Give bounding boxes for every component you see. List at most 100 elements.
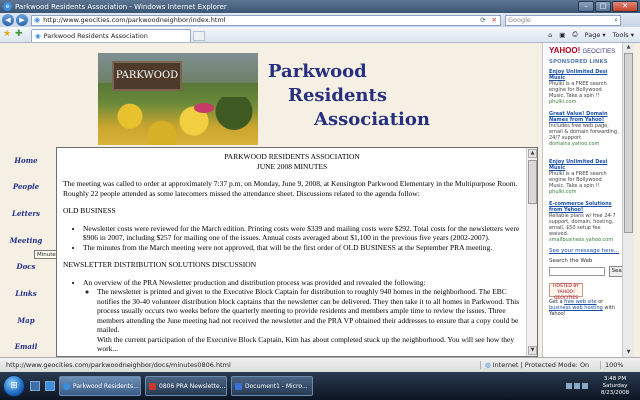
zoom-level[interactable]: 100%	[600, 361, 640, 369]
tray-icons	[564, 383, 588, 389]
see-your-message-link[interactable]: See your message here...	[549, 248, 619, 254]
quick-launch-ie-icon[interactable]	[45, 381, 55, 391]
pdf-icon	[149, 382, 156, 390]
maximize-button[interactable]: □	[595, 1, 611, 12]
clock-date: 8/23/2008	[600, 389, 630, 396]
nav-people[interactable]: People	[4, 182, 48, 191]
network-icon[interactable]	[566, 383, 572, 389]
nav-email[interactable]: Email	[4, 342, 48, 351]
web-search-input[interactable]	[549, 267, 605, 276]
volume-icon[interactable]	[574, 383, 580, 389]
close-button[interactable]: ✕	[612, 1, 638, 12]
command-bar: ★ ✚ ◉ Parkwood Residents Association ⌂ ▣…	[0, 27, 640, 43]
page-scroll-up-icon[interactable]: ▲	[624, 43, 633, 52]
taskbar: ⊞ Parkwood Residents... 0806 PRA Newslet…	[0, 372, 640, 400]
security-zone: ◍ Internet | Protected Mode: On	[480, 361, 600, 369]
new-tab-button[interactable]	[193, 31, 205, 41]
tab-page-icon: ◉	[35, 32, 41, 40]
home-icon[interactable]: ⌂	[548, 31, 552, 39]
doc-section-distribution: NEWSLETTER DISTRIBUTION SOLUTIONS DISCUS…	[63, 260, 257, 269]
heading-line-1: Parkwood	[268, 61, 367, 82]
geocities-panel: YAHOO! GEOCITIES SPONSORED LINKS Enjoy U…	[542, 43, 633, 357]
ie-icon	[63, 382, 70, 390]
clock-day: Saturday	[602, 382, 628, 389]
address-bar: ◀ ▶ ◉ http://www.geocities.com/parkwoodn…	[0, 13, 640, 27]
search-input[interactable]: Google ⌕	[505, 14, 621, 26]
hosted-by-badge[interactable]: HOSTED BY YAHOO! GEOCITIES	[549, 283, 583, 301]
stop-icon[interactable]: ✕	[492, 16, 497, 24]
page-scroll-thumb[interactable]	[624, 53, 633, 233]
refresh-icon[interactable]: ⟳	[480, 16, 485, 24]
system-tray: 3:48 PM Saturday 8/23/2008	[564, 373, 640, 399]
nav-links[interactable]: Links	[4, 289, 48, 298]
search-placeholder: Google	[508, 16, 531, 24]
start-button[interactable]: ⊞	[3, 375, 25, 397]
list-item: The newsletter is printed and given to t…	[97, 287, 521, 335]
favorites-star-icon[interactable]: ★	[3, 29, 13, 39]
yahoo-geocities-logo[interactable]: YAHOO! GEOCITIES	[549, 46, 615, 55]
minimize-button[interactable]: –	[578, 1, 594, 12]
discussion-list: An overview of the PRA Newsletter produc…	[63, 278, 521, 335]
taskbar-word-button[interactable]: Document1 - Micro...	[231, 376, 313, 396]
page-menu[interactable]: Page ▾	[585, 31, 606, 39]
forward-button[interactable]: ▶	[16, 14, 28, 26]
tools-menu[interactable]: Tools ▾	[613, 31, 634, 39]
power-icon[interactable]	[582, 383, 588, 389]
search-icon[interactable]: ⌕	[612, 16, 620, 25]
feeds-icon[interactable]: ▣	[559, 31, 565, 39]
doc-intro: The meeting was called to order at appro…	[63, 179, 518, 198]
ad-item[interactable]: E-commerce Solutions from Yahoo! Reliabl…	[549, 201, 619, 243]
nav-docs[interactable]: Docs	[4, 262, 48, 271]
show-desktop-icon[interactable]	[30, 381, 40, 391]
minutes-scrollbar[interactable]: ▲ ▼	[526, 148, 537, 356]
print-icon[interactable]: ⎙	[572, 30, 577, 39]
tab-parkwood[interactable]: ◉ Parkwood Residents Association	[31, 29, 191, 42]
ad-item[interactable]: Enjoy Unlimited Desi Music Phulki is a F…	[549, 69, 619, 105]
minutes-frame: PARKWOOD RESIDENTS ASSOCIATION JUNE 2008…	[56, 147, 538, 357]
taskbar-pdf-button[interactable]: 0806 PRA Newslette...	[145, 376, 227, 396]
ie-icon: e	[3, 2, 12, 11]
sign-text: PARKWOOD	[112, 61, 182, 91]
back-button[interactable]: ◀	[2, 14, 14, 26]
minutes-document: PARKWOOD RESIDENTS ASSOCIATION JUNE 2008…	[63, 152, 521, 354]
status-bar: http://www.geocities.com/parkwoodneighbo…	[0, 357, 640, 372]
clock-time: 3:48 PM	[603, 375, 627, 382]
discussion-item-text: An overview of the PRA Newsletter produc…	[83, 277, 426, 287]
doc-cut-line: With the current participation of the Ex…	[97, 334, 515, 354]
doc-title-1: PARKWOOD RESIDENTS ASSOCIATION	[224, 152, 360, 161]
word-icon	[235, 382, 242, 390]
doc-section-old-business: OLD BUSINESS	[63, 206, 116, 215]
doc-title-2: JUNE 2008 MINUTES	[256, 161, 328, 171]
scroll-up-icon[interactable]: ▲	[528, 149, 537, 158]
taskbar-ie-button[interactable]: Parkwood Residents...	[59, 376, 141, 396]
add-favorites-icon[interactable]: ✚	[15, 29, 25, 39]
globe-icon: ◍	[485, 361, 491, 369]
ad-item[interactable]: Great Value! Domain Names from Yahoo! In…	[549, 111, 619, 147]
clock[interactable]: 3:48 PM Saturday 8/23/2008	[594, 376, 636, 397]
web-search-label: Search the Web	[549, 258, 593, 264]
sponsored-links-label: SPONSORED LINKS	[549, 59, 608, 65]
tab-label: Parkwood Residents Association	[43, 32, 148, 40]
free-site-text: Get a free web site or business web host…	[549, 299, 616, 317]
page-scrollbar[interactable]: ▲ ▼	[622, 43, 634, 357]
url-field[interactable]: ◉ http://www.geocities.com/parkwoodneigh…	[31, 14, 501, 26]
scroll-thumb[interactable]	[528, 160, 537, 204]
nav-letters[interactable]: Letters	[4, 209, 48, 218]
page-icon: ◉	[34, 16, 41, 24]
title-bar: e Parkwood Residents Association - Windo…	[0, 0, 640, 13]
heading-line-3: Association	[314, 109, 430, 130]
ad-item[interactable]: Enjoy Unlimited Desi Music Phulki is a F…	[549, 159, 619, 195]
page-scroll-down-icon[interactable]: ▼	[624, 348, 633, 357]
scroll-down-icon[interactable]: ▼	[528, 346, 537, 355]
discussion-sublist: The newsletter is printed and given to t…	[83, 287, 521, 335]
nav-meeting[interactable]: Meeting	[4, 236, 48, 245]
heading-line-2: Residents	[288, 85, 387, 106]
nav-home[interactable]: Home	[4, 156, 48, 165]
status-url: http://www.geocities.com/parkwoodneighbo…	[6, 361, 231, 369]
old-business-list: Newsletter costs were reviewed for the M…	[63, 224, 521, 253]
nav-map[interactable]: Map	[4, 316, 48, 325]
list-item: An overview of the PRA Newsletter produc…	[83, 278, 521, 335]
window-title: Parkwood Residents Association - Windows…	[15, 2, 227, 11]
site-nav: Home People Letters Meeting Docs Links M…	[0, 43, 52, 357]
browser-window: e Parkwood Residents Association - Windo…	[0, 0, 640, 400]
